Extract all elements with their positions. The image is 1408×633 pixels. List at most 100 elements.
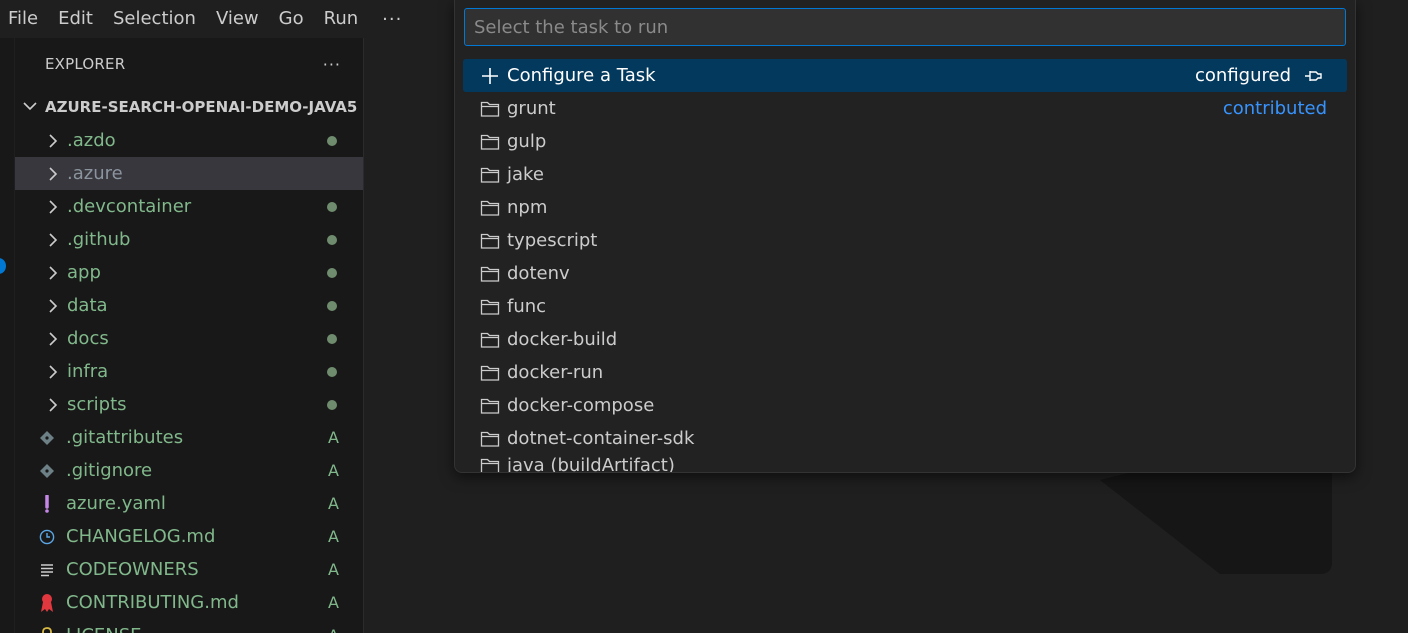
workspace-root[interactable]: AZURE-SEARCH-OPENAI-DEMO-JAVA5: [15, 90, 363, 124]
chevron-right-icon: [43, 199, 63, 214]
task-item[interactable]: dotenv: [463, 257, 1347, 290]
folder-icon: [479, 428, 501, 450]
folder-label: .azure: [67, 163, 123, 184]
file-label: .gitignore: [66, 460, 153, 481]
folder-icon: [479, 164, 501, 186]
chevron-down-icon: [23, 99, 45, 115]
explorer-more-icon[interactable]: ···: [323, 55, 341, 74]
folder-row[interactable]: scripts: [15, 388, 363, 421]
file-row[interactable]: LICENSE A: [15, 619, 363, 633]
folder-row[interactable]: data: [15, 289, 363, 322]
file-row[interactable]: .gitattributes A: [15, 421, 363, 454]
menu-go[interactable]: Go: [269, 7, 314, 31]
task-item[interactable]: docker-compose: [463, 389, 1347, 422]
chevron-right-icon: [43, 265, 63, 280]
plus-icon: [479, 65, 501, 87]
menu-selection[interactable]: Selection: [103, 7, 206, 31]
chevron-right-icon: [43, 397, 63, 412]
folder-row[interactable]: .devcontainer: [15, 190, 363, 223]
task-label: npm: [507, 197, 548, 218]
quick-pick: Configure a Task configured grunt contrib…: [454, 0, 1356, 473]
task-label: dotenv: [507, 263, 570, 284]
git-status-badge: A: [328, 560, 339, 579]
task-list: Configure a Task configured grunt contrib…: [463, 59, 1347, 473]
folder-row[interactable]: app: [15, 256, 363, 289]
folder-label: scripts: [67, 394, 127, 415]
task-label: gulp: [507, 131, 547, 152]
file-row[interactable]: .gitignore A: [15, 454, 363, 487]
file-label: .gitattributes: [66, 427, 184, 448]
file-label: CODEOWNERS: [66, 559, 199, 580]
task-label: func: [507, 296, 547, 317]
task-item[interactable]: npm: [463, 191, 1347, 224]
task-item[interactable]: func: [463, 290, 1347, 323]
ribbon-icon: [37, 593, 57, 613]
task-label: typescript: [507, 230, 598, 251]
task-item[interactable]: typescript: [463, 224, 1347, 257]
configured-tag: configured: [1195, 65, 1291, 86]
modified-dot: [327, 399, 337, 410]
task-item[interactable]: docker-run: [463, 356, 1347, 389]
chevron-right-icon: [43, 331, 63, 346]
task-item[interactable]: gulp: [463, 125, 1347, 158]
configure-task-label: Configure a Task: [507, 65, 656, 86]
git-status-badge: A: [328, 461, 339, 480]
git-status-badge: A: [328, 494, 339, 513]
file-row[interactable]: azure.yaml A: [15, 487, 363, 520]
explorer-header: EXPLORER ···: [15, 38, 363, 90]
menu-view[interactable]: View: [206, 7, 269, 31]
file-row[interactable]: CHANGELOG.md A: [15, 520, 363, 553]
task-item[interactable]: jake: [463, 158, 1347, 191]
chevron-right-icon: [43, 166, 63, 181]
file-row[interactable]: CONTRIBUTING.md A: [15, 586, 363, 619]
folder-row[interactable]: .github: [15, 223, 363, 256]
menu-file[interactable]: File: [0, 7, 48, 31]
menu-run[interactable]: Run: [314, 7, 369, 31]
git-status-badge: A: [328, 593, 339, 612]
git-status-badge: A: [328, 527, 339, 546]
explorer-title: EXPLORER: [45, 55, 126, 73]
folder-label: infra: [67, 361, 109, 382]
chevron-right-icon: [43, 364, 63, 379]
explorer-sidebar: EXPLORER ··· AZURE-SEARCH-OPENAI-DEMO-JA…: [15, 38, 364, 633]
modified-dot: [327, 267, 337, 278]
folder-icon: [479, 98, 501, 120]
task-item[interactable]: java (buildArtifact): [463, 455, 1347, 473]
folder-icon: [479, 263, 501, 285]
file-label: azure.yaml: [66, 493, 166, 514]
folder-row[interactable]: .azdo: [15, 124, 363, 157]
folder-label: data: [67, 295, 108, 316]
git-status-badge: A: [328, 626, 339, 633]
folder-icon: [479, 455, 501, 472]
chevron-right-icon: [43, 232, 63, 247]
workspace-root-label: AZURE-SEARCH-OPENAI-DEMO-JAVA5: [45, 98, 358, 116]
task-search-input[interactable]: [464, 8, 1346, 46]
modified-dot: [327, 300, 337, 311]
folder-row[interactable]: infra: [15, 355, 363, 388]
folder-icon: [479, 362, 501, 384]
modified-dot: [327, 333, 337, 344]
task-item[interactable]: grunt contributed: [463, 92, 1347, 125]
exclamation-icon: [37, 494, 57, 513]
folder-row[interactable]: .azure: [15, 157, 363, 190]
task-label: docker-build: [507, 329, 618, 350]
task-item[interactable]: docker-build: [463, 323, 1347, 356]
folder-row[interactable]: docs: [15, 322, 363, 355]
file-label: CONTRIBUTING.md: [66, 592, 239, 613]
menu-more-icon[interactable]: ···: [368, 9, 416, 30]
pin-icon[interactable]: [1303, 66, 1323, 86]
modified-dot: [327, 135, 337, 146]
configure-task-item[interactable]: Configure a Task configured: [463, 59, 1347, 92]
git-status-badge: A: [328, 428, 339, 447]
task-label: dotnet-container-sdk: [507, 428, 695, 449]
modified-dot: [327, 234, 337, 245]
folder-label: .devcontainer: [67, 196, 192, 217]
lines-icon: [37, 563, 57, 577]
activity-bar: [0, 38, 14, 633]
lock-icon: [37, 626, 57, 633]
menu-edit[interactable]: Edit: [48, 7, 103, 31]
file-row[interactable]: CODEOWNERS A: [15, 553, 363, 586]
task-label: jake: [507, 164, 544, 185]
task-label: java (buildArtifact): [507, 455, 675, 473]
task-item[interactable]: dotnet-container-sdk: [463, 422, 1347, 455]
